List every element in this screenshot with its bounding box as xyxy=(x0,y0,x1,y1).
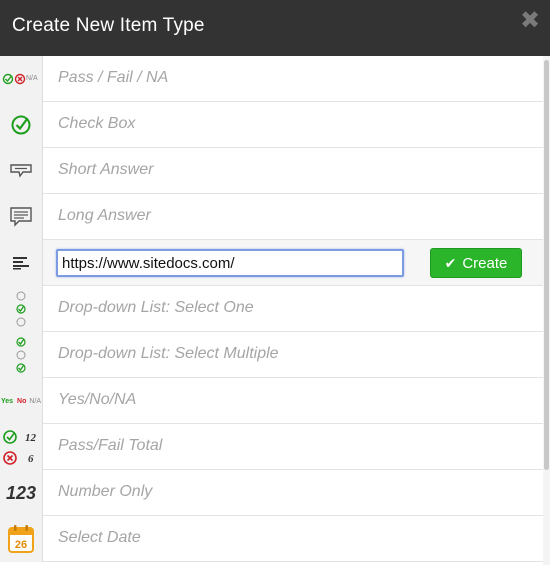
no-text: No xyxy=(17,397,27,405)
text-lines-icon xyxy=(0,240,43,286)
list-item-pass-fail-na[interactable]: N/A Pass / Fail / NA xyxy=(0,56,543,102)
list-item-url-editor: ✔ Create xyxy=(0,240,543,286)
item-label: Long Answer xyxy=(58,207,151,224)
number-only-icon: 123 xyxy=(0,470,43,516)
item-label: Yes/No/NA xyxy=(58,391,137,408)
date-text: 26 xyxy=(15,539,27,551)
create-button[interactable]: ✔ Create xyxy=(430,248,522,278)
list-item-number-only[interactable]: 123 Number Only xyxy=(0,470,543,516)
list-item-long-answer[interactable]: Long Answer xyxy=(0,194,543,240)
list-item-select-date[interactable]: 26 Select Date xyxy=(0,516,543,562)
fail-total-text: 6 xyxy=(28,453,34,465)
item-label: Check Box xyxy=(58,115,136,132)
item-label: Pass / Fail / NA xyxy=(58,69,169,86)
check-icon: ✔ xyxy=(444,254,457,271)
pass-total-text: 12 xyxy=(25,432,37,444)
close-icon[interactable]: ✖ xyxy=(520,9,540,33)
list-item-dropdown-select-multiple[interactable]: Drop-down List: Select Multiple xyxy=(0,332,543,378)
list-item-yes-no-na[interactable]: Yes No N/A Yes/No/NA xyxy=(0,378,543,424)
modal-title: Create New Item Type xyxy=(12,15,205,36)
scrollbar-thumb[interactable] xyxy=(544,60,549,470)
create-item-type-modal: Create New Item Type ✖ N/A Pass / Fail /… xyxy=(0,0,550,565)
item-label: Drop-down List: Select Multiple xyxy=(58,345,279,362)
item-label: Short Answer xyxy=(58,161,154,178)
yes-no-na-icon: Yes No N/A xyxy=(0,378,43,424)
na-text: N/A xyxy=(29,397,42,405)
item-label: Number Only xyxy=(58,483,153,500)
create-button-label: Create xyxy=(462,254,508,272)
list-item-short-answer[interactable]: Short Answer xyxy=(0,148,543,194)
url-input[interactable] xyxy=(56,249,404,277)
list-item-check-box[interactable]: Check Box xyxy=(0,102,543,148)
yes-text: Yes xyxy=(0,397,14,405)
item-label: Select Date xyxy=(58,529,141,546)
item-type-list: N/A Pass / Fail / NA Check Box Short Ans… xyxy=(0,56,543,565)
number-text: 123 xyxy=(5,482,37,503)
checkbox-icon xyxy=(0,102,43,148)
list-item-dropdown-select-one[interactable]: Drop-down List: Select One xyxy=(0,286,543,332)
item-label: Drop-down List: Select One xyxy=(58,299,254,316)
calendar-icon: 26 xyxy=(0,516,43,562)
pass-fail-na-icon: N/A xyxy=(0,56,43,102)
dropdown-select-multiple-icon xyxy=(0,332,43,378)
dropdown-select-one-icon xyxy=(0,286,43,332)
modal-header: Create New Item Type ✖ xyxy=(0,0,550,56)
long-answer-icon xyxy=(0,194,43,240)
short-answer-icon xyxy=(0,148,43,194)
list-item-pass-fail-total[interactable]: 12 6 Pass/Fail Total xyxy=(0,424,543,470)
item-label: Pass/Fail Total xyxy=(58,437,163,454)
scrollbar[interactable] xyxy=(543,56,550,565)
na-text: N/A xyxy=(26,75,38,82)
pass-fail-total-icon: 12 6 xyxy=(0,424,43,470)
